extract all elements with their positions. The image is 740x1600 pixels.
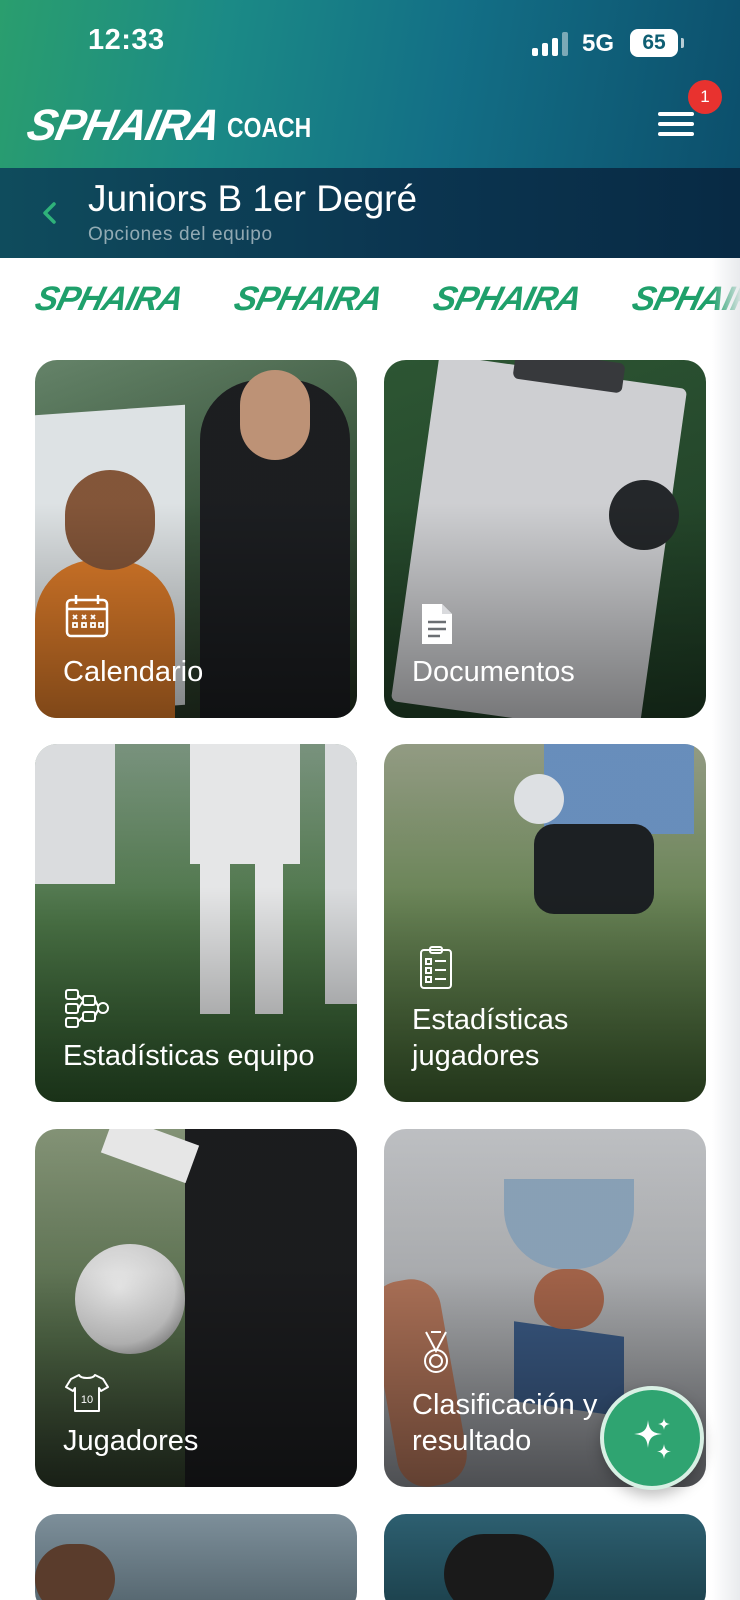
ai-assistant-button[interactable] [600, 1386, 704, 1490]
card-label: Calendario [63, 656, 204, 688]
document-icon [412, 600, 460, 648]
calendar-icon [63, 592, 111, 640]
card-estadisticas-jugadores[interactable]: Estadísticas jugadores [384, 744, 706, 1102]
sparkles-icon [634, 1418, 671, 1459]
clipboard-list-icon [412, 944, 460, 992]
chevron-left-icon [43, 202, 56, 224]
brand-logo: SPHAIRA COACH [23, 101, 330, 150]
status-time: 12:33 [88, 24, 165, 56]
back-button[interactable] [36, 198, 62, 228]
menu-button[interactable] [656, 108, 696, 140]
player-head-image [444, 1534, 554, 1600]
network-type: 5G [582, 30, 615, 57]
card-jugadores[interactable]: 10 Jugadores [35, 1129, 357, 1487]
card-estadisticas-equipo[interactable]: Estadísticas equipo [35, 744, 357, 1102]
card-documentos[interactable]: Documentos [384, 360, 706, 718]
team-stats-icon [63, 984, 111, 1032]
strip-logo: SPHAIRA [230, 280, 386, 318]
card-calendario[interactable]: Calendario [35, 360, 357, 718]
jersey-icon: 10 [63, 1369, 111, 1417]
svg-text:10: 10 [81, 1394, 93, 1406]
team-title: Juniors B 1er Degré [88, 178, 418, 219]
app-header: 12:33 5G 65 SPHAIRA COACH 1 [0, 0, 740, 168]
team-subtitle: Opciones del equipo [88, 224, 273, 245]
card-next-row-right[interactable] [384, 1514, 706, 1600]
card-label: Estadísticas jugadores [412, 1004, 569, 1072]
battery-indicator: 65 [630, 29, 684, 57]
brand-logo-main: SPHAIRA [22, 101, 225, 150]
strip-logo: SPHAIRA [429, 280, 585, 318]
team-bar: Juniors B 1er Degré Opciones del equipo [0, 168, 740, 258]
brand-logo-strip: SPHAIRA SPHAIRA SPHAIRA SPHAIRA SPHAIRA [0, 258, 740, 348]
brand-logo-sub: COACH [227, 112, 312, 143]
card-label: Jugadores [63, 1425, 199, 1457]
strip-logo: SPHAIRA [31, 280, 187, 318]
player-head-image [35, 1544, 115, 1600]
medal-icon [412, 1329, 460, 1377]
card-label: Documentos [412, 656, 575, 688]
card-label: Estadísticas equipo [63, 1040, 315, 1072]
signal-icon [532, 32, 572, 56]
notification-badge: 1 [688, 80, 722, 114]
card-next-row-left[interactable] [35, 1514, 357, 1600]
